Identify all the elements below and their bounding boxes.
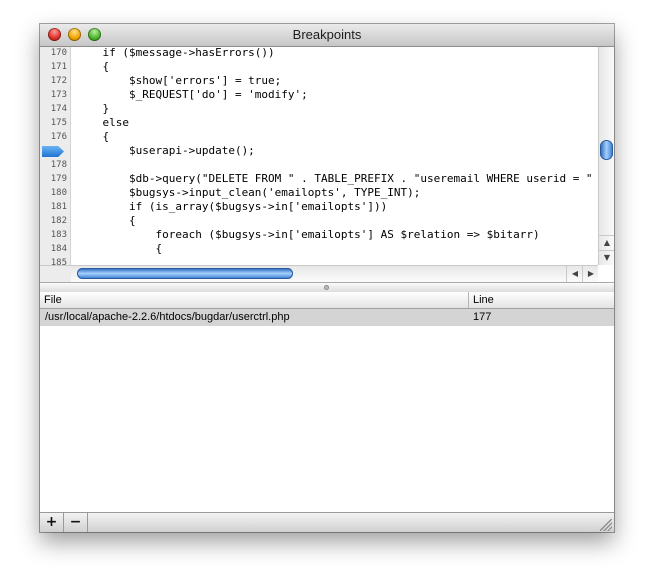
add-breakpoint-button[interactable]: + — [40, 513, 64, 532]
code-editor[interactable]: 170 if ($message->hasErrors()) 171 {172 $… — [40, 47, 614, 265]
code-line[interactable]: 184 { — [40, 242, 598, 256]
code-line[interactable]: 171 { — [40, 60, 598, 74]
code-line[interactable]: 180 $bugsys->input_clean('emailopts', TY… — [40, 186, 598, 200]
breakpoint-marker-icon[interactable] — [42, 146, 64, 157]
line-number[interactable]: 170 — [40, 47, 67, 60]
line-number[interactable]: 184 — [40, 242, 67, 256]
code-text: if (is_array($bugsys->in['emailopts'])) — [76, 200, 388, 213]
code-text: else — [76, 116, 129, 129]
code-text: { — [76, 242, 163, 255]
code-text: } — [76, 102, 110, 115]
code-line[interactable]: 185 — [40, 256, 598, 265]
code-line[interactable]: 175 else — [40, 116, 598, 130]
horizontal-scrollbar[interactable]: ◀ ▶ — [71, 265, 598, 282]
line-number[interactable]: 183 — [40, 228, 67, 242]
code-line[interactable]: 173 $_REQUEST['do'] = 'modify'; — [40, 88, 598, 102]
row-file-path: /usr/local/apache-2.2.6/htdocs/bugdar/us… — [45, 311, 290, 323]
code-line[interactable]: $userapi->update(); — [40, 144, 598, 158]
remove-breakpoint-button[interactable]: − — [64, 513, 88, 532]
code-text: foreach ($bugsys->in['emailopts'] AS $re… — [76, 228, 540, 241]
line-number[interactable]: 180 — [40, 186, 67, 200]
scroll-down-icon[interactable]: ▼ — [599, 250, 614, 265]
line-number[interactable]: 173 — [40, 88, 67, 102]
breakpoints-window: Breakpoints 170 if ($message->hasErrors(… — [40, 24, 614, 532]
code-line[interactable]: 178 — [40, 158, 598, 172]
row-line-number: 177 — [473, 311, 492, 323]
breakpoints-table[interactable]: /usr/local/apache-2.2.6/htdocs/bugdar/us… — [40, 309, 614, 512]
scroll-up-icon[interactable]: ▲ — [599, 235, 614, 250]
bottom-toolbar: + − — [40, 512, 614, 532]
line-number[interactable]: 175 — [40, 116, 67, 130]
splitter-grip-icon[interactable] — [324, 285, 329, 290]
code-text: { — [76, 130, 110, 143]
horizontal-scroll-thumb[interactable] — [77, 268, 293, 279]
code-line[interactable]: 181 if (is_array($bugsys->in['emailopts'… — [40, 200, 598, 214]
code-line[interactable]: 170 if ($message->hasErrors()) — [40, 47, 598, 60]
line-number[interactable]: 176 — [40, 130, 67, 144]
code-line[interactable]: 179 $db->query("DELETE FROM " . TABLE_PR… — [40, 172, 614, 186]
code-text: { — [76, 60, 110, 73]
table-row[interactable]: /usr/local/apache-2.2.6/htdocs/bugdar/us… — [40, 309, 614, 326]
code-text: $userapi->update(); — [76, 144, 255, 157]
line-number[interactable]: 171 — [40, 60, 67, 74]
scroll-right-icon[interactable]: ▶ — [582, 266, 599, 282]
column-header-file[interactable]: File — [40, 292, 469, 308]
code-text: { — [76, 214, 136, 227]
table-header: File Line — [40, 292, 614, 309]
resize-grip-icon[interactable] — [600, 519, 612, 531]
line-number[interactable]: 172 — [40, 74, 67, 88]
line-number[interactable]: 181 — [40, 200, 67, 214]
code-line[interactable]: 172 $show['errors'] = true; — [40, 74, 598, 88]
code-line[interactable]: 182 { — [40, 214, 598, 228]
column-header-line[interactable]: Line — [469, 292, 613, 308]
code-text: $bugsys->input_clean('emailopts', TYPE_I… — [76, 186, 421, 199]
code-line[interactable]: 176 { — [40, 130, 598, 144]
line-number[interactable]: 182 — [40, 214, 67, 228]
code-text: if ($message->hasErrors()) — [76, 47, 275, 59]
code-line[interactable]: 183 foreach ($bugsys->in['emailopts'] AS… — [40, 228, 598, 242]
scroll-corner — [40, 265, 71, 282]
code-text: $_REQUEST['do'] = 'modify'; — [76, 88, 308, 101]
title-bar[interactable]: Breakpoints — [40, 24, 614, 47]
vertical-scroll-thumb[interactable] — [600, 140, 613, 160]
code-line[interactable]: 174 } — [40, 102, 598, 116]
line-number[interactable]: 178 — [40, 158, 67, 172]
code-text: $show['errors'] = true; — [76, 74, 282, 87]
scroll-left-icon[interactable]: ◀ — [566, 266, 583, 282]
code-text: $db->query("DELETE FROM " . TABLE_PREFIX… — [76, 172, 614, 185]
line-number[interactable]: 185 — [40, 256, 67, 265]
vertical-scrollbar[interactable]: ▲ ▼ — [598, 47, 614, 265]
window-title: Breakpoints — [292, 27, 362, 42]
line-number[interactable]: 174 — [40, 102, 67, 116]
line-number[interactable]: 179 — [40, 172, 67, 186]
